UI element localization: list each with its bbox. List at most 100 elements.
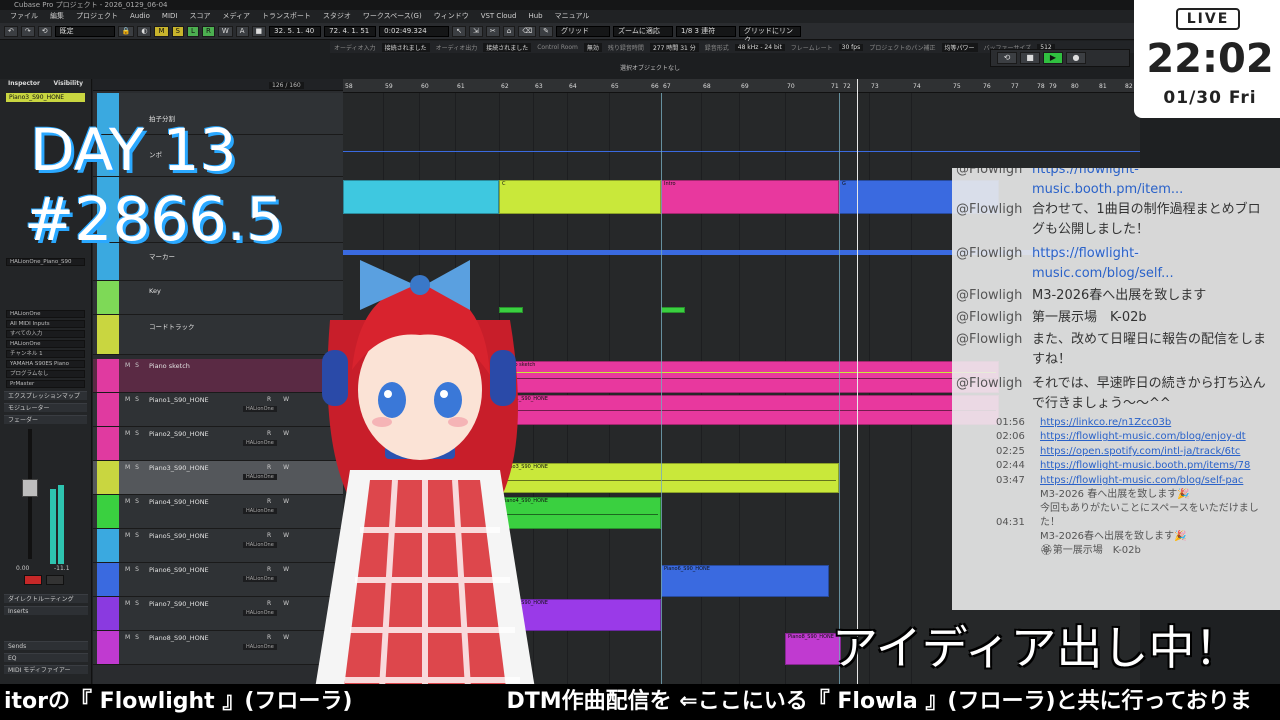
section-direct-routing[interactable]: ダイレクトルーティング [4, 594, 88, 603]
clip-piano3[interactable]: Piano3_S90_HONE [499, 463, 839, 493]
left-locator[interactable] [661, 93, 662, 720]
menu-audio[interactable]: Audio [124, 10, 156, 23]
instrument-select[interactable]: HALionOne [243, 508, 277, 514]
read-write-buttons[interactable]: R W [267, 464, 294, 471]
mute-solo-buttons[interactable]: MS [125, 396, 144, 403]
chat-text[interactable]: https://flowlight-music.booth.pm/item... [1032, 168, 1272, 200]
section-sends[interactable]: Sends [4, 641, 88, 650]
mute-solo-buttons[interactable]: MS [125, 566, 144, 573]
instrument-select[interactable]: HALionOne [243, 542, 277, 548]
constrain-icon[interactable]: ◐ [137, 25, 152, 37]
channel-select[interactable]: チャンネル 1 [6, 350, 85, 358]
menu-file[interactable]: ファイル [4, 10, 44, 23]
section-inserts[interactable]: Inserts [4, 606, 88, 615]
midi-input-select[interactable]: All MIDI Inputs [6, 320, 85, 328]
mute-solo-buttons[interactable]: MS [125, 464, 144, 471]
clip-cyan[interactable] [343, 180, 499, 214]
mute-solo-buttons[interactable]: MS [125, 430, 144, 437]
mute-solo-buttons[interactable]: MS [125, 498, 144, 505]
glue-tool-icon[interactable]: ⌂ [502, 25, 516, 37]
timestamp-link[interactable]: https://linkco.re/n1Zcc03b [1040, 416, 1280, 430]
tab-visibility[interactable]: Visibility [54, 79, 83, 89]
tab-inspector[interactable]: Inspector [8, 79, 40, 89]
clip-chord-c[interactable]: C [499, 180, 661, 214]
draw-tool-icon[interactable]: ✎ [539, 25, 554, 37]
zoom-mode-select[interactable]: ズームに適応 [613, 25, 674, 37]
program-select[interactable]: YAMAHA S90ES Piano [6, 360, 85, 368]
chord-event[interactable] [661, 307, 685, 313]
cycle-icon[interactable]: ⟲ [997, 52, 1017, 64]
timestamp-link[interactable]: https://open.spotify.com/intl-ja/track/6… [1040, 445, 1280, 459]
instrument-select[interactable]: HALionOne [243, 406, 277, 412]
lock-icon[interactable]: 🔒 [117, 25, 135, 37]
menu-workspace[interactable]: ワークスペース(G) [357, 10, 428, 23]
instrument-select[interactable]: HALionOne [243, 576, 277, 582]
solo-toggle[interactable]: S [171, 25, 184, 37]
instrument-select[interactable]: HALionOne [243, 644, 277, 650]
left-locator-field[interactable]: 32. 5. 1. 40 [269, 25, 322, 37]
read-write-buttons[interactable]: R W [267, 396, 294, 403]
menu-vst-cloud[interactable]: VST Cloud [475, 10, 523, 23]
instrument-select[interactable]: HALionOne [243, 474, 277, 480]
history-icon[interactable]: ⟲ [37, 25, 52, 37]
menu-manual[interactable]: マニュアル [549, 10, 596, 23]
menu-media[interactable]: メディア [216, 10, 256, 23]
redo-icon[interactable]: ↷ [20, 25, 35, 37]
menu-studio[interactable]: スタジオ [317, 10, 357, 23]
read-write-buttons[interactable]: R W [267, 600, 294, 607]
instrument-select[interactable]: HALionOne [243, 610, 277, 616]
section-midi-modifier[interactable]: MIDI モディファイアー [4, 665, 88, 674]
clip-piano6[interactable]: Piano6_S90_HONE [661, 565, 829, 597]
menu-window[interactable]: ウィンドウ [428, 10, 475, 23]
inspector-row[interactable]: HALionOne_Piano_S90 [6, 258, 85, 266]
range-tool-icon[interactable]: ⇲ [469, 25, 483, 37]
read-toggle[interactable]: R [201, 25, 215, 37]
menu-edit[interactable]: 編集 [44, 10, 70, 23]
mute-toggle[interactable]: M [154, 25, 169, 37]
select-tool-icon[interactable]: ↖ [452, 25, 467, 37]
mute-solo-buttons[interactable]: MS [125, 634, 144, 641]
record-icon[interactable]: ● [1066, 52, 1086, 64]
stop-icon[interactable]: ■ [1020, 52, 1040, 64]
menu-hub[interactable]: Hub [522, 10, 548, 23]
grid-type-select[interactable]: グリッド [556, 25, 611, 37]
read-write-buttons[interactable]: R W [267, 498, 294, 505]
clip-intro[interactable]: Intro [661, 180, 839, 214]
output-select[interactable]: HALionOne [6, 340, 85, 348]
split-tool-icon[interactable]: ✂ [485, 25, 500, 37]
inspector-track-name[interactable]: Piano3_S90_HONE [6, 93, 85, 102]
bar-ruler[interactable]: 58 59 60 61 62 63 64 65 66 67 68 69 70 7… [343, 79, 1140, 93]
write-automation-button[interactable] [46, 575, 64, 585]
section-eq[interactable]: EQ [4, 653, 88, 662]
fader-handle[interactable] [22, 479, 38, 497]
play-icon[interactable]: ▶ [1043, 52, 1063, 64]
mute-solo-buttons[interactable]: MS [125, 362, 144, 369]
map-select[interactable]: PrMaster [6, 380, 85, 388]
read-write-buttons[interactable]: R W [267, 532, 294, 539]
clip-piano1[interactable]: Piano1_S90_HONE [499, 395, 999, 425]
undo-icon[interactable]: ↶ [4, 25, 18, 37]
workspace-mode-select[interactable]: 既定 [54, 25, 115, 37]
menu-transport[interactable]: トランスポート [256, 10, 317, 23]
right-locator-field[interactable]: 72. 4. 1. 51 [324, 25, 377, 37]
menu-project[interactable]: プロジェクト [70, 10, 124, 23]
listen-toggle[interactable]: L [186, 25, 199, 37]
time-display[interactable]: 0:02:49.324 [379, 25, 450, 37]
automation-toggle[interactable]: A [235, 25, 249, 37]
bank-select[interactable]: プログラムなし [6, 370, 85, 378]
instrument-select[interactable]: HALionOne [243, 440, 277, 446]
mute-solo-buttons[interactable]: MS [125, 600, 144, 607]
quantize-select[interactable]: 1/8 3 連符 [676, 25, 737, 37]
menu-score[interactable]: スコア [183, 10, 216, 23]
menu-midi[interactable]: MIDI [156, 10, 184, 23]
timestamp-link[interactable]: https://flowlight-music.booth.pm/items/7… [1040, 459, 1280, 473]
read-write-buttons[interactable]: R W [267, 430, 294, 437]
write-toggle[interactable]: W [217, 25, 233, 37]
record-enable-button[interactable] [24, 575, 42, 585]
timestamp-link[interactable]: https://flowlight-music.com/blog/enjoy-d… [1040, 430, 1280, 444]
chat-text[interactable]: https://flowlight-music.com/blog/self... [1032, 244, 1272, 284]
audio-input-select[interactable]: すべての入力 [6, 330, 85, 338]
snap-select[interactable]: グリッドにリンク [739, 25, 802, 44]
read-write-buttons[interactable]: R W [267, 634, 294, 641]
mute-solo-buttons[interactable]: MS [125, 532, 144, 539]
